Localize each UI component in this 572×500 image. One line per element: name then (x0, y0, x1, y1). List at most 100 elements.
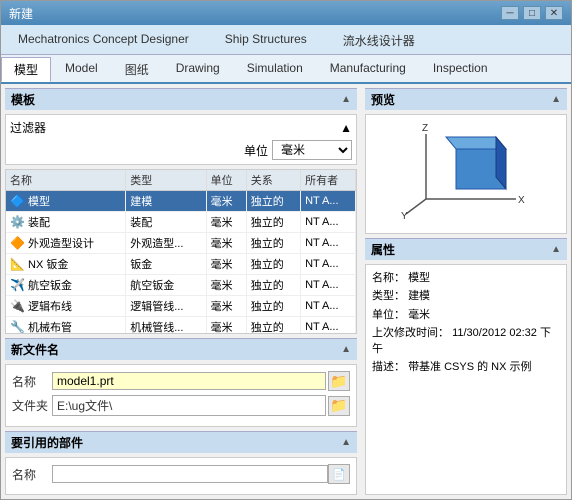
file-name-label: 名称 (12, 373, 52, 390)
tab-ship-structures[interactable]: Ship Structures (208, 27, 324, 54)
folder-browse-button[interactable]: 📁 (328, 396, 350, 416)
close-button[interactable]: ✕ (545, 6, 563, 20)
cell-type: 装配 (126, 212, 206, 233)
table-row[interactable]: 📐 NX 钣金 钣金 毫米 独立的 NT A... (6, 254, 356, 275)
ref-parts-title: 要引用的部件 (11, 434, 83, 451)
parts-browse-button[interactable]: 📄 (328, 464, 350, 484)
folder-label: 文件夹 (12, 397, 52, 414)
table-row[interactable]: 🔌 逻辑布线 逻辑管线... 毫米 独立的 NT A... (6, 296, 356, 317)
preview-box: X Z Y (365, 114, 567, 234)
props-title: 属性 (371, 241, 395, 258)
tab-inspection[interactable]: Inspection (420, 57, 501, 82)
template-table-container: 名称 类型 单位 关系 所有者 🔷 模型 建模 毫米 独立的 NT A... ⚙… (5, 169, 357, 334)
left-panel: 模板 ▲ 过滤器 ▲ 单位 毫米 (1, 84, 361, 499)
template-section-title: 模板 (11, 91, 35, 108)
file-name-input[interactable] (52, 372, 326, 390)
cell-type: 机械管线... (126, 317, 206, 335)
cell-owner: NT A... (301, 233, 356, 254)
cell-relation: 独立的 (246, 275, 300, 296)
props-chevron-icon[interactable]: ▲ (551, 244, 561, 255)
new-file-form: 名称 📁 文件夹 E:\ug文件\ 📁 (5, 364, 357, 427)
svg-text:X: X (518, 195, 525, 206)
template-table: 名称 类型 单位 关系 所有者 🔷 模型 建模 毫米 独立的 NT A... ⚙… (6, 170, 356, 334)
cell-unit: 毫米 (206, 317, 246, 335)
filter-chevron-icon[interactable]: ▲ (340, 121, 352, 135)
parts-name-row: 名称 📄 (12, 464, 350, 484)
col-unit: 单位 (206, 170, 246, 191)
tab-manufacturing[interactable]: Manufacturing (317, 57, 419, 82)
col-relation: 关系 (246, 170, 300, 191)
parts-name-input[interactable] (52, 465, 328, 483)
svg-text:Y: Y (401, 211, 408, 222)
table-row[interactable]: ✈️ 航空钣金 航空钣金 毫米 独立的 NT A... (6, 275, 356, 296)
cell-relation: 独立的 (246, 212, 300, 233)
cell-relation: 独立的 (246, 296, 300, 317)
right-panel: 预览 ▲ X Z Y (361, 84, 571, 499)
prop-name-value: 模型 (408, 272, 430, 284)
table-row[interactable]: 🔷 模型 建模 毫米 独立的 NT A... (6, 191, 356, 212)
cell-unit: 毫米 (206, 254, 246, 275)
template-section-header: 模板 ▲ (5, 88, 357, 110)
minimize-button[interactable]: ─ (501, 6, 519, 20)
filter-label: 过滤器 (10, 119, 46, 136)
prop-unit-row: 单位： 毫米 (372, 308, 560, 323)
prop-desc-row: 描述： 带基准 CSYS 的 NX 示例 (372, 360, 560, 375)
prop-desc-label: 描述： (372, 361, 405, 373)
tab-model-en[interactable]: Model (52, 57, 111, 82)
cell-type: 逻辑管线... (126, 296, 206, 317)
cell-type: 航空钣金 (126, 275, 206, 296)
top-tab-bar: Mechatronics Concept Designer Ship Struc… (1, 25, 571, 55)
preview-title: 预览 (371, 91, 395, 108)
folder-display: E:\ug文件\ (52, 395, 326, 416)
preview-section-header: 预览 ▲ (365, 88, 567, 110)
main-window: 新建 ─ □ ✕ Mechatronics Concept Designer S… (0, 0, 572, 500)
title-bar-controls: ─ □ ✕ (501, 6, 563, 20)
file-browse-button[interactable]: 📁 (328, 371, 350, 391)
main-content: 模板 ▲ 过滤器 ▲ 单位 毫米 (1, 84, 571, 499)
cell-relation: 独立的 (246, 317, 300, 335)
table-row[interactable]: ⚙️ 装配 装配 毫米 独立的 NT A... (6, 212, 356, 233)
unit-label: 单位 (244, 142, 268, 159)
properties-panel: 名称： 模型 类型： 建模 单位： 毫米 上次修改时间： 11/30/2012 … (365, 264, 567, 495)
tab-mechatronics[interactable]: Mechatronics Concept Designer (1, 27, 206, 54)
second-tab-bar: 模型 Model 图纸 Drawing Simulation Manufactu… (1, 55, 571, 84)
unit-row: 单位 毫米 (10, 140, 352, 160)
unit-select[interactable]: 毫米 (272, 140, 352, 160)
cell-unit: 毫米 (206, 191, 246, 212)
window-title: 新建 (9, 5, 33, 22)
tab-pipeline[interactable]: 流水线设计器 (326, 27, 432, 54)
title-bar: 新建 ─ □ ✕ (1, 1, 571, 25)
prop-modified-label: 上次修改时间： (372, 327, 449, 339)
tab-drawing-cn[interactable]: 图纸 (112, 57, 162, 82)
prop-name-label: 名称： (372, 272, 405, 284)
ref-parts-chevron-icon[interactable]: ▲ (341, 437, 351, 448)
filter-header: 过滤器 ▲ (10, 119, 352, 136)
tab-model-cn[interactable]: 模型 (1, 57, 51, 82)
prop-type-value: 建模 (408, 290, 430, 302)
ref-parts-section-header: 要引用的部件 ▲ (5, 431, 357, 453)
cell-unit: 毫米 (206, 275, 246, 296)
table-row[interactable]: 🔧 机械布管 机械管线... 毫米 独立的 NT A... (6, 317, 356, 335)
prop-unit-value: 毫米 (408, 309, 430, 321)
tab-drawing-en[interactable]: Drawing (163, 57, 233, 82)
cell-owner: NT A... (301, 212, 356, 233)
cell-name: 🔶 外观造型设计 (6, 233, 126, 254)
cell-name: ✈️ 航空钣金 (6, 275, 126, 296)
cell-name: 🔌 逻辑布线 (6, 296, 126, 317)
table-row[interactable]: 🔶 外观造型设计 外观造型... 毫米 独立的 NT A... (6, 233, 356, 254)
table-header-row: 名称 类型 单位 关系 所有者 (6, 170, 356, 191)
template-chevron-icon[interactable]: ▲ (341, 94, 351, 105)
tab-simulation[interactable]: Simulation (234, 57, 316, 82)
file-name-row: 名称 📁 (12, 371, 350, 391)
cell-owner: NT A... (301, 275, 356, 296)
new-file-section-header: 新文件名 ▲ (5, 338, 357, 360)
new-file-title: 新文件名 (11, 341, 59, 358)
cell-unit: 毫米 (206, 296, 246, 317)
new-file-chevron-icon[interactable]: ▲ (341, 344, 351, 355)
cell-unit: 毫米 (206, 233, 246, 254)
preview-chevron-icon[interactable]: ▲ (551, 94, 561, 105)
restore-button[interactable]: □ (523, 6, 541, 20)
preview-image: X Z Y (396, 119, 536, 229)
cell-relation: 独立的 (246, 254, 300, 275)
cell-name: 📐 NX 钣金 (6, 254, 126, 275)
